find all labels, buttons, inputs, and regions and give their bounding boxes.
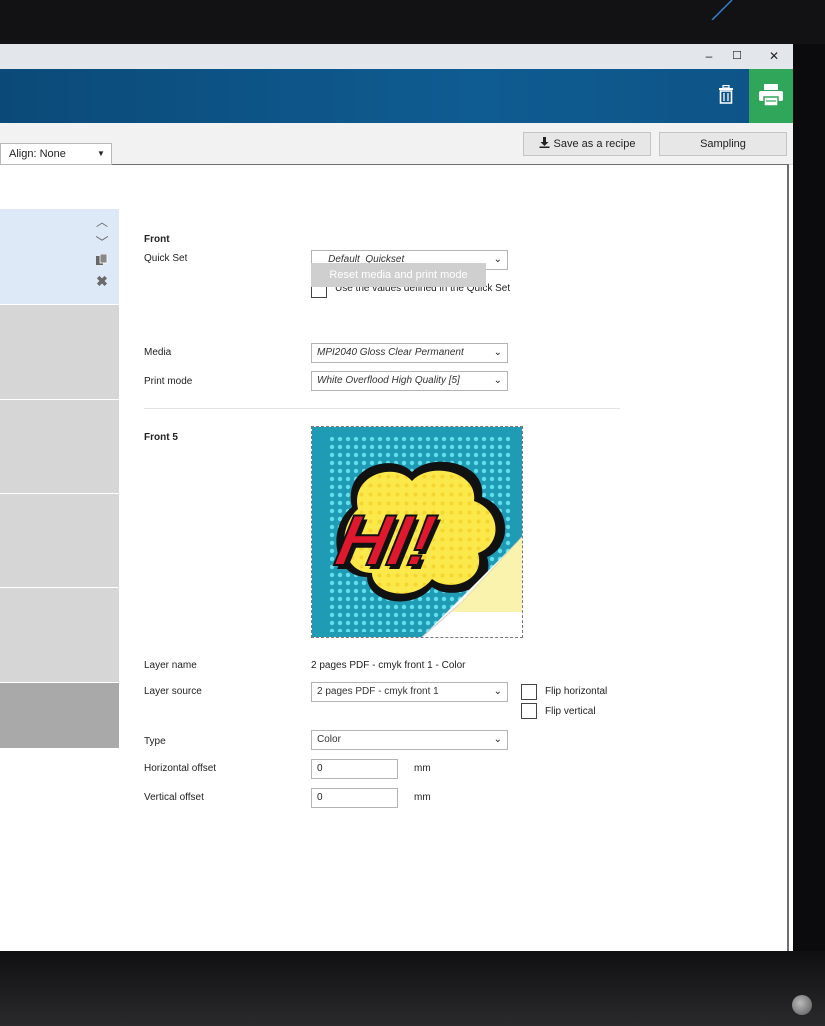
move-down-icon[interactable]: ﹀ [94,235,110,251]
layer-item-selected[interactable]: ︿ ﹀ ✖ [0,209,119,305]
front-section-title: Front [144,234,170,245]
chevron-down-icon: ⌄ [493,254,502,265]
chevron-down-icon: ⌄ [493,347,502,358]
printer-icon [759,84,783,107]
app-header [0,69,793,123]
maximize-button[interactable]: ☐ [723,44,751,69]
layer-section-title: Front 5 [144,432,178,443]
minimize-button[interactable]: – [695,44,723,69]
dropdown-arrow-icon: ▼ [97,149,105,158]
layer-preview-image: HI! HI! [311,426,523,638]
type-label: Type [144,736,166,747]
flip-vertical-label: Flip vertical [545,706,596,717]
bezel-reflection [711,0,733,20]
layer-item[interactable] [0,494,119,588]
print-mode-select[interactable]: White Overflood High Quality [5] ⌄ [311,371,508,391]
print-button[interactable] [749,69,793,123]
close-button[interactable]: ✕ [760,44,788,69]
save-recipe-label: Save as a recipe [553,138,636,150]
quick-set-label: Quick Set [144,253,188,264]
print-mode-label: Print mode [144,376,193,387]
chevron-down-icon: ⌄ [493,686,502,697]
section-divider [144,408,620,409]
reset-media-button[interactable]: Reset media and print mode [311,263,486,287]
horizontal-offset-value: 0 [317,763,323,774]
remove-icon[interactable]: ✖ [94,273,110,289]
vertical-offset-unit: mm [414,792,431,803]
type-select[interactable]: Color ⌄ [311,730,508,750]
media-select[interactable]: MPI2040 Gloss Clear Permanent ⌄ [311,343,508,363]
copy-icon[interactable] [94,253,110,270]
move-up-icon[interactable]: ︿ [94,214,110,230]
print-mode-value: White Overflood High Quality [5] [317,375,460,386]
hi-text: HI! [329,501,442,581]
vertical-offset-input[interactable]: 0 [311,788,398,808]
power-knob-icon [792,995,812,1015]
title-bar: – ☐ ✕ [0,44,793,69]
layer-item[interactable] [0,400,119,494]
trash-icon [719,84,733,104]
flip-horizontal-label: Flip horizontal [545,686,608,697]
monitor-bottom-bezel [0,951,825,1026]
layer-source-label: Layer source [144,686,202,697]
vertical-offset-value: 0 [317,792,323,803]
horizontal-offset-input[interactable]: 0 [311,759,398,779]
flip-horizontal-checkbox[interactable] [521,684,537,700]
pop-art-graphic: HI! HI! [312,427,522,637]
layer-item[interactable] [0,305,119,400]
layer-item[interactable] [0,588,119,683]
align-value: Align: None [9,148,66,160]
layer-source-select[interactable]: 2 pages PDF - cmyk front 1 ⌄ [311,682,508,702]
type-value: Color [317,734,341,745]
media-label: Media [144,347,172,358]
media-value: MPI2040 Gloss Clear Permanent [317,347,464,358]
vertical-offset-label: Vertical offset [144,792,204,803]
layer-name-label: Layer name [144,660,197,671]
layer-item[interactable] [0,683,119,749]
layer-source-value: 2 pages PDF - cmyk front 1 [317,686,439,697]
action-bar: Save as a recipe Sampling [0,123,793,165]
horizontal-offset-label: Horizontal offset [144,763,217,774]
save-recipe-button[interactable]: Save as a recipe [523,132,651,156]
chevron-down-icon: ⌄ [493,734,502,745]
layer-name-value: 2 pages PDF - cmyk front 1 - Color [311,660,466,671]
download-icon [539,137,550,148]
flip-vertical-checkbox[interactable] [521,703,537,719]
horizontal-offset-unit: mm [414,763,431,774]
chevron-down-icon: ⌄ [493,375,502,386]
delete-button[interactable] [713,82,739,108]
align-dropdown[interactable]: Align: None ▼ [0,143,112,165]
sampling-button[interactable]: Sampling [659,132,787,156]
